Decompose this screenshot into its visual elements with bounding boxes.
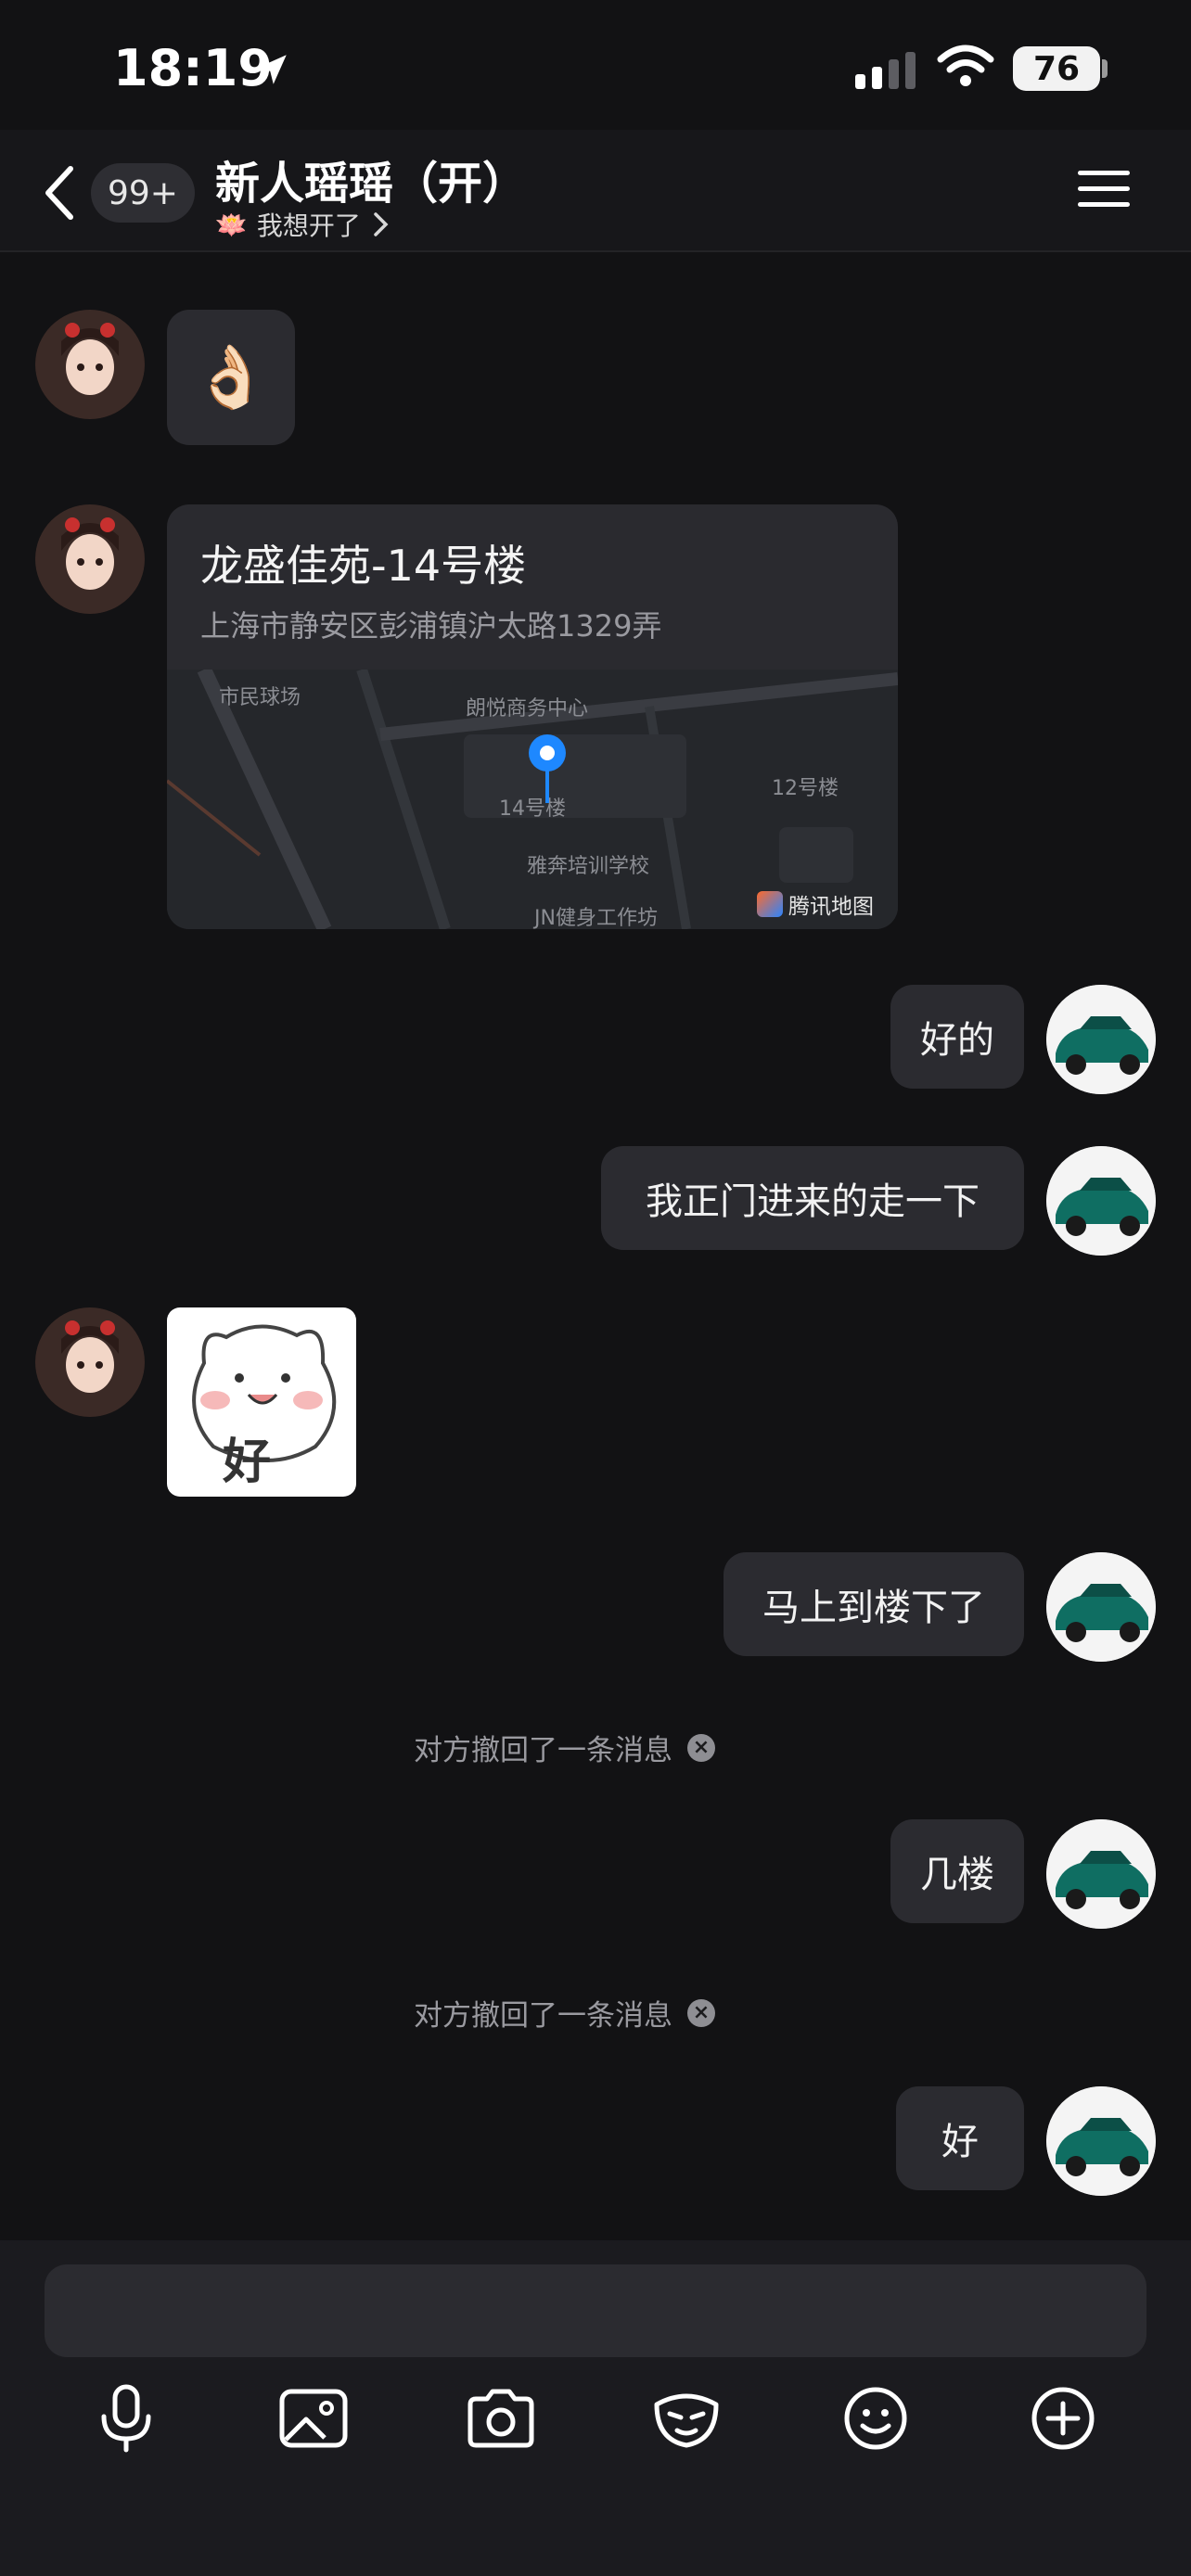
location-name: 龙盛佳苑-14号楼 <box>200 541 527 591</box>
map-label-plaza: 市民球场 <box>219 686 301 709</box>
mic-icon[interactable] <box>89 2381 163 2455</box>
cellular-signal-icon <box>855 52 918 93</box>
message-emoji[interactable]: 👌🏻 <box>167 310 295 445</box>
menu-icon[interactable] <box>1076 167 1132 215</box>
subtitle-text: 我想开了 <box>256 210 361 241</box>
map-label-gym: JN健身工作坊 <box>534 907 658 929</box>
message-bubble-outgoing[interactable]: 马上到楼下了 <box>724 1552 1024 1656</box>
back-chevron-icon[interactable] <box>41 163 78 226</box>
message-bubble-outgoing[interactable]: 好 <box>896 2086 1024 2190</box>
camera-icon[interactable] <box>464 2381 538 2455</box>
recall-text: 对方撤回了一条消息 <box>414 1734 672 1767</box>
lotus-icon: 🪷 <box>215 209 248 240</box>
plus-icon[interactable] <box>1026 2381 1100 2455</box>
map-label-center: 朗悦商务中心 <box>466 697 589 721</box>
location-card[interactable]: 龙盛佳苑-14号楼 上海市静安区彭浦镇沪太路1329弄 市民球场 朗悦商务中心 … <box>167 504 898 929</box>
emoji-icon[interactable] <box>839 2381 913 2455</box>
message-bubble-outgoing[interactable]: 好的 <box>890 985 1024 1089</box>
user-avatar[interactable] <box>1046 1819 1156 1929</box>
message-input[interactable] <box>45 2264 1146 2357</box>
map-pin-icon <box>529 734 566 809</box>
map-label-building-12: 12号楼 <box>772 777 839 800</box>
close-circle-icon[interactable]: × <box>687 1733 715 1762</box>
sticker-text: 好 <box>223 1435 272 1490</box>
location-arrow-icon <box>252 50 291 93</box>
contact-avatar[interactable] <box>35 504 145 614</box>
image-icon[interactable] <box>276 2381 351 2455</box>
battery-indicator: 76 <box>1013 46 1100 91</box>
recall-text: 对方撤回了一条消息 <box>414 1999 672 2033</box>
recall-notice: 对方撤回了一条消息 × <box>414 1727 715 1768</box>
chat-subtitle[interactable]: 🪷 我想开了 <box>215 206 391 243</box>
mask-icon[interactable] <box>649 2381 724 2455</box>
close-circle-icon[interactable]: × <box>687 1998 715 2027</box>
tencent-map-logo-icon <box>757 891 783 917</box>
location-address: 上海市静安区彭浦镇沪太路1329弄 <box>200 608 662 644</box>
user-avatar[interactable] <box>1046 2086 1156 2196</box>
wifi-icon <box>937 45 994 93</box>
map-label-school: 雅奔培训学校 <box>527 855 650 878</box>
user-avatar[interactable] <box>1046 1552 1156 1662</box>
chat-title[interactable]: 新人瑶瑶（开） <box>215 147 527 211</box>
message-bubble-outgoing[interactable]: 几楼 <box>890 1819 1024 1923</box>
message-bubble-outgoing[interactable]: 我正门进来的走一下 <box>601 1146 1024 1250</box>
contact-avatar[interactable] <box>35 1307 145 1417</box>
map-brand: 腾讯地图 <box>757 888 874 920</box>
status-time: 18:19 <box>113 39 273 97</box>
user-avatar[interactable] <box>1046 1146 1156 1256</box>
battery-cap <box>1102 59 1108 78</box>
contact-avatar[interactable] <box>35 310 145 419</box>
unread-count-badge[interactable]: 99+ <box>91 163 195 223</box>
user-avatar[interactable] <box>1046 985 1156 1094</box>
chevron-right-icon <box>374 212 389 236</box>
map-brand-text: 腾讯地图 <box>788 895 874 919</box>
recall-notice: 对方撤回了一条消息 × <box>414 1992 715 2034</box>
map-preview[interactable]: 市民球场 朗悦商务中心 14号楼 12号楼 雅奔培训学校 JN健身工作坊 腾讯地… <box>167 670 898 929</box>
sticker-image[interactable]: 好 <box>167 1307 356 1497</box>
